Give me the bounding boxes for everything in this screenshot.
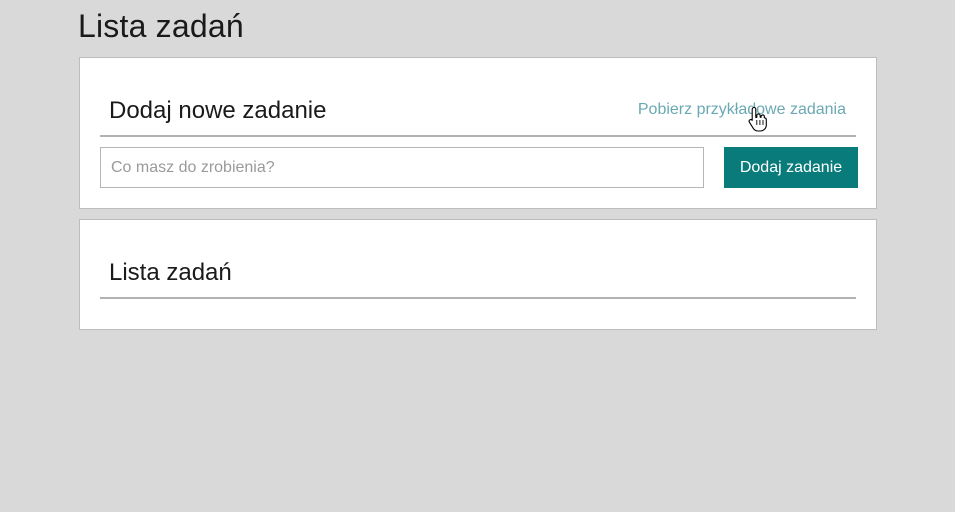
page-title: Lista zadań (78, 8, 244, 44)
task-list-heading: Lista zadań (109, 259, 232, 286)
task-input[interactable] (100, 147, 704, 188)
fetch-sample-tasks-link[interactable]: Pobierz przykładowe zadania (638, 101, 846, 119)
task-list-panel: Lista zadań (79, 219, 877, 330)
add-task-panel: Dodaj nowe zadanie Pobierz przykładowe z… (79, 57, 877, 209)
add-task-button[interactable]: Dodaj zadanie (724, 147, 858, 188)
task-list-header: Lista zadań (100, 254, 856, 299)
add-task-header: Dodaj nowe zadanie Pobierz przykładowe z… (100, 92, 856, 137)
add-task-heading: Dodaj nowe zadanie (109, 97, 327, 124)
